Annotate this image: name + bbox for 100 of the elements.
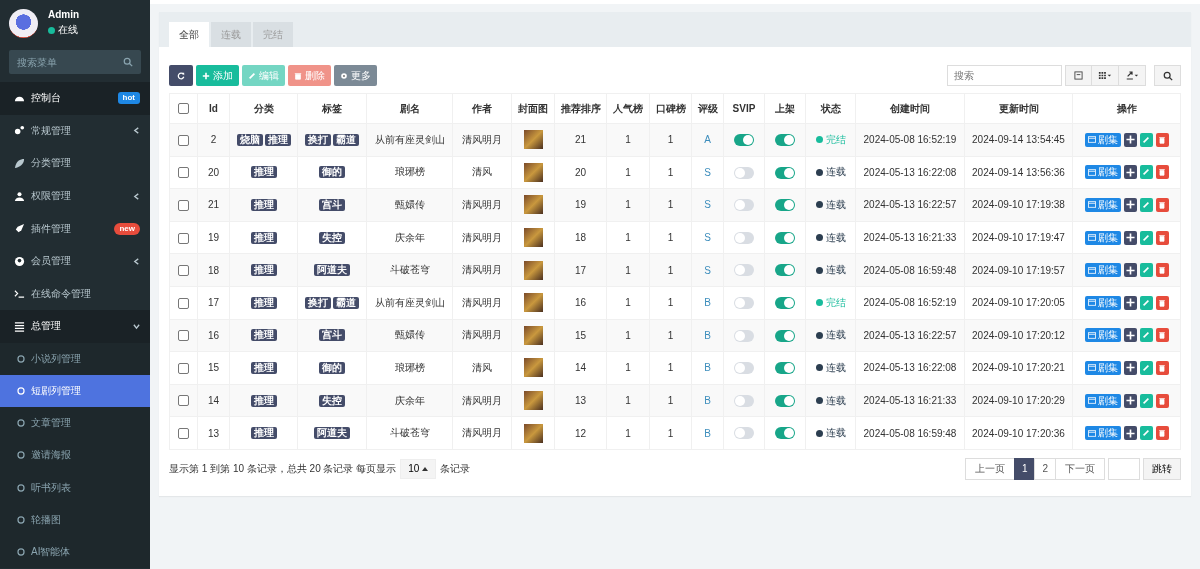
cover-thumbnail [523, 293, 543, 313]
submenu-item[interactable]: 小说列管理 [0, 342, 150, 375]
column-header: 标签 [297, 93, 367, 124]
shelf-toggle[interactable] [775, 362, 795, 375]
shelf-toggle[interactable] [775, 264, 795, 277]
row-checkbox[interactable] [178, 265, 189, 277]
svip-toggle[interactable] [734, 427, 754, 440]
page-button[interactable]: 1 [1013, 457, 1036, 480]
svip-toggle[interactable] [734, 166, 754, 179]
submenu-item[interactable]: AI智能体 [0, 535, 150, 569]
delete-button[interactable] [1155, 295, 1169, 310]
menu-item[interactable]: 在线命令管理 [0, 277, 150, 311]
shelf-toggle[interactable] [775, 427, 795, 440]
tag-label: 阿道夫 [314, 427, 350, 440]
shelf-toggle[interactable] [775, 166, 795, 179]
refresh-button[interactable] [169, 65, 193, 86]
delete-button[interactable] [1155, 165, 1169, 180]
shelf-toggle[interactable] [775, 394, 795, 407]
delete-button[interactable] [1155, 426, 1169, 441]
toggle-view-button[interactable] [1065, 65, 1092, 86]
more-button[interactable]: 更多 [334, 65, 377, 86]
delete-button[interactable] [1155, 263, 1169, 278]
episodes-button[interactable]: 剧集 [1084, 263, 1121, 278]
next-page-button[interactable]: 下一页 [1055, 457, 1105, 480]
shelf-toggle[interactable] [775, 231, 795, 244]
row-checkbox[interactable] [178, 362, 189, 374]
svip-toggle[interactable] [734, 296, 754, 309]
shelf-toggle[interactable] [775, 199, 795, 212]
delete-button[interactable] [1155, 230, 1169, 245]
move-button[interactable] [1123, 295, 1137, 310]
shelf-toggle[interactable] [775, 329, 795, 342]
episodes-button[interactable]: 剧集 [1084, 328, 1121, 343]
episodes-button[interactable]: 剧集 [1084, 198, 1121, 212]
filter-tab[interactable]: 全部 [169, 22, 209, 47]
episodes-button[interactable]: 剧集 [1084, 295, 1121, 310]
row-checkbox[interactable] [178, 395, 189, 407]
submenu-item[interactable]: 轮播图 [0, 503, 150, 536]
delete-button[interactable] [1155, 132, 1169, 147]
svip-toggle[interactable] [734, 362, 754, 375]
page-button[interactable]: 2 [1034, 457, 1056, 480]
row-checkbox[interactable] [178, 297, 189, 309]
move-button[interactable] [1123, 132, 1137, 147]
row-checkbox[interactable] [178, 330, 189, 342]
page-size-dropdown[interactable]: 10 [400, 458, 437, 479]
row-checkbox[interactable] [178, 428, 189, 440]
submenu-item[interactable]: 文章管理 [0, 407, 150, 440]
row-checkbox[interactable] [178, 232, 189, 244]
menu-item[interactable]: 总管理 [0, 310, 150, 343]
row-checkbox[interactable] [178, 167, 189, 179]
menu-search-field[interactable]: 搜索菜单 [9, 50, 141, 74]
tag-label: 御的 [319, 361, 345, 374]
move-button[interactable] [1123, 360, 1137, 375]
submenu-item[interactable]: 短剧列管理 [0, 374, 150, 408]
svip-toggle[interactable] [734, 264, 754, 277]
search-button[interactable] [1154, 65, 1181, 86]
svip-toggle[interactable] [734, 329, 754, 342]
select-all-checkbox[interactable] [178, 103, 189, 115]
delete-button[interactable] [1155, 360, 1169, 375]
delete-button[interactable] [1155, 328, 1169, 343]
previous-page-button[interactable]: 上一页 [964, 457, 1015, 480]
delete-button[interactable] [1155, 198, 1169, 212]
delete-button[interactable] [1155, 393, 1169, 408]
row-checkbox[interactable] [178, 199, 189, 211]
svip-toggle[interactable] [734, 133, 754, 146]
move-icon [1125, 167, 1135, 177]
jump-button[interactable]: 跳转 [1143, 457, 1181, 480]
page-number-field[interactable] [1108, 457, 1140, 480]
move-button[interactable] [1123, 263, 1137, 278]
episodes-button[interactable]: 剧集 [1084, 360, 1121, 375]
svip-toggle[interactable] [734, 394, 754, 407]
grid-icon [1098, 71, 1112, 80]
shelf-toggle[interactable] [775, 133, 795, 146]
menu-item[interactable]: 常规管理 [0, 114, 150, 148]
svip-toggle[interactable] [734, 231, 754, 244]
episodes-button[interactable]: 剧集 [1084, 426, 1121, 441]
move-button[interactable] [1123, 198, 1137, 212]
menu-item[interactable]: 分类管理 [0, 147, 150, 180]
columns-dropdown[interactable] [1091, 65, 1119, 86]
menu-item[interactable]: 会员管理 [0, 244, 150, 278]
svip-toggle[interactable] [734, 199, 754, 212]
column-header: 剧名 [366, 93, 453, 124]
row-checkbox[interactable] [178, 134, 189, 146]
move-button[interactable] [1123, 426, 1137, 441]
table-cell: 2024-05-08 16:52:19 [855, 286, 965, 320]
submenu-item[interactable]: 邀请海报 [0, 439, 150, 472]
submenu-item[interactable]: 听书列表 [0, 471, 150, 504]
menu-item[interactable]: 权限管理 [0, 179, 150, 213]
episodes-button[interactable]: 剧集 [1084, 393, 1121, 408]
move-button[interactable] [1123, 393, 1137, 408]
shelf-toggle[interactable] [775, 296, 795, 309]
move-button[interactable] [1123, 165, 1137, 180]
menu-item[interactable]: 控制台 hot [0, 82, 150, 115]
move-button[interactable] [1123, 328, 1137, 343]
episodes-button[interactable]: 剧集 [1084, 165, 1121, 180]
window-icon [1087, 168, 1096, 176]
search-field[interactable]: 搜索 [947, 65, 1062, 86]
episodes-button[interactable]: 剧集 [1084, 230, 1121, 245]
move-button[interactable] [1123, 230, 1137, 245]
menu-item[interactable]: 插件管理 new [0, 212, 150, 245]
episodes-button[interactable]: 剧集 [1084, 132, 1121, 147]
